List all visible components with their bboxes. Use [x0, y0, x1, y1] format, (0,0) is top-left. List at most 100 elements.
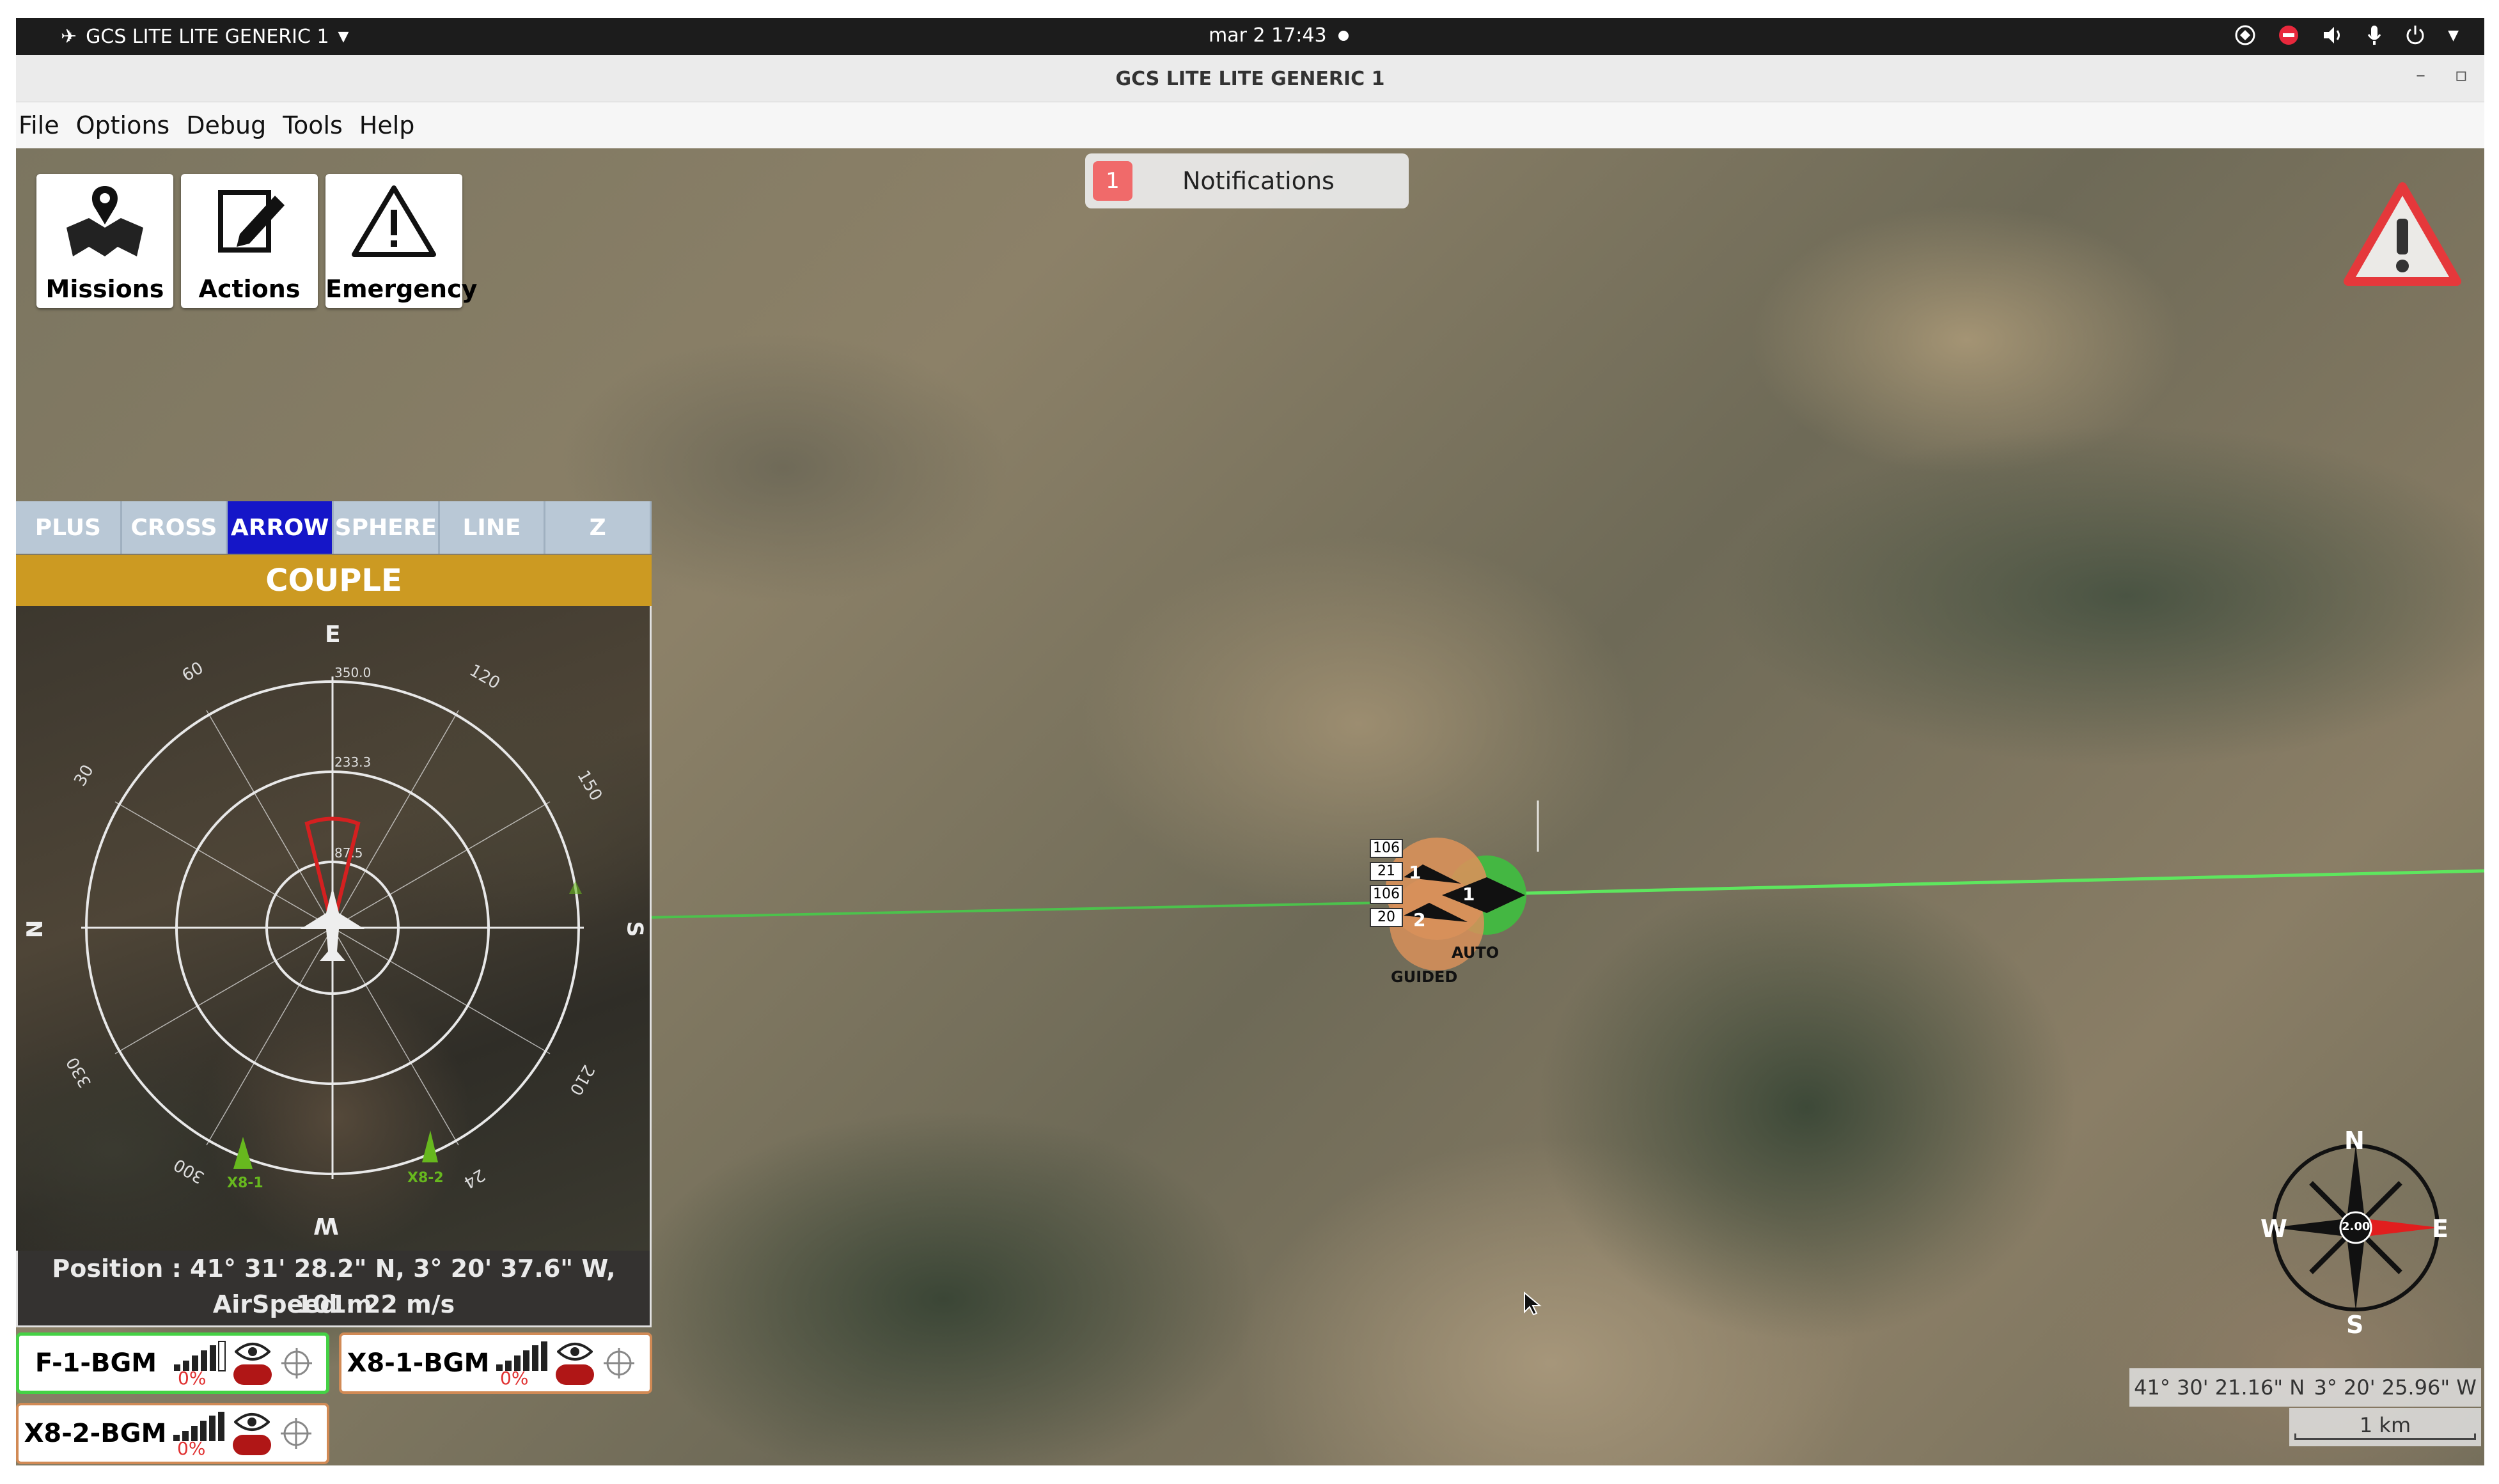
- radar-range-label: 350.0: [334, 665, 372, 680]
- chevron-down-icon: ▼: [338, 29, 349, 45]
- vehicle-speed-label: 20: [1370, 908, 1403, 927]
- volume-icon: [2324, 27, 2340, 43]
- cursor-longitude: 3° 20' 25.96" W: [2314, 1375, 2477, 1400]
- crosshair-icon[interactable]: [277, 1414, 315, 1453]
- tab-sphere[interactable]: SPHERE: [334, 501, 440, 554]
- vehicle-alt-label: 106: [1370, 839, 1403, 858]
- radar-target-label: X8-2: [407, 1170, 444, 1186]
- compass-south-label: S: [2346, 1311, 2364, 1339]
- signal-strength: 0%: [173, 1338, 230, 1389]
- vehicle-name: X8-1-BGM: [347, 1348, 490, 1378]
- menu-file[interactable]: File: [16, 109, 62, 142]
- vehicle-mode-auto: AUTO: [1452, 944, 1500, 962]
- radar-cardinal-bottom: W: [313, 1212, 339, 1238]
- app-name: GCS LITE LITE GENERIC 1: [86, 26, 329, 48]
- target-x8-2-marker: [422, 1130, 438, 1162]
- vehicle-card-x8-2[interactable]: X8-2-BGM 0%: [16, 1403, 329, 1464]
- mouse-cursor-icon: [1524, 1292, 1542, 1316]
- eye-icon: [234, 1413, 270, 1431]
- emergency-button[interactable]: Emergency: [325, 174, 478, 308]
- edit-note-icon: [218, 190, 285, 253]
- radar-display: [81, 676, 584, 1179]
- vehicle-id[interactable]: 1: [1462, 884, 1475, 905]
- cursor-latitude: 41° 30' 21.16" N: [2134, 1375, 2305, 1400]
- system-tray[interactable]: ▼: [2234, 24, 2459, 46]
- tab-line[interactable]: LINE: [439, 501, 546, 554]
- vehicle-name: F-1-BGM: [35, 1348, 157, 1378]
- scale-bar: [2294, 1433, 2476, 1440]
- menu-debug[interactable]: Debug: [184, 109, 269, 142]
- vehicle-card-x8-1[interactable]: X8-1-BGM 0%: [339, 1332, 652, 1394]
- app-icon: ✈: [61, 26, 77, 48]
- crosshair-icon[interactable]: [278, 1344, 316, 1382]
- vehicle-mode-guided: GUIDED: [1391, 968, 1458, 986]
- datetime: mar 2 17:43: [1209, 24, 1327, 47]
- visibility-toggle[interactable]: [552, 1338, 597, 1389]
- airspeed-text: AirSpeed : 22 m/s: [212, 1290, 455, 1318]
- eye-icon: [235, 1343, 270, 1361]
- status-pill: [556, 1364, 594, 1385]
- battery-percent: 0%: [177, 1438, 206, 1459]
- vehicle-speed-label: 21: [1370, 862, 1403, 881]
- tab-plus[interactable]: PLUS: [16, 501, 122, 554]
- status-pill: [233, 1435, 271, 1455]
- eye-icon: [557, 1343, 593, 1361]
- restore-button[interactable]: ▫: [2455, 64, 2468, 86]
- display-mode-tabs: PLUS CROSS ARROW SPHERE LINE Z: [16, 501, 652, 554]
- compass-west-label: W: [2260, 1215, 2287, 1243]
- chevron-down-icon: ▼: [2448, 27, 2459, 43]
- minimize-button[interactable]: –: [2416, 64, 2425, 86]
- signal-strength: 0%: [172, 1408, 230, 1459]
- missions-label: Missions: [45, 275, 164, 303]
- status-pill: [233, 1364, 272, 1385]
- radar-range-label: 87.5: [334, 845, 363, 861]
- actions-label: Actions: [198, 275, 301, 303]
- alert-warning-icon[interactable]: [2342, 180, 2463, 289]
- network-icon: [2235, 25, 2255, 45]
- notifications-button[interactable]: 1 Notifications: [1085, 153, 1409, 208]
- warning-triangle-icon: [352, 185, 436, 257]
- menu-options[interactable]: Options: [74, 109, 173, 142]
- actions-button[interactable]: Actions: [181, 174, 318, 308]
- vehicle-id[interactable]: 2: [1413, 909, 1425, 930]
- vehicle-card-f1[interactable]: F-1-BGM 0%: [16, 1332, 329, 1394]
- radar-target-label: X8-1: [227, 1175, 263, 1191]
- window-title: GCS LITE LITE GENERIC 1: [1115, 68, 1385, 90]
- radar-cardinal-left: N: [22, 919, 49, 939]
- map-scale: 1 km: [2289, 1408, 2481, 1446]
- radar-panel[interactable]: E S W N 60 120 30 150 330 210 300 24 350…: [16, 606, 652, 1251]
- menu-help[interactable]: Help: [357, 109, 418, 142]
- couple-button[interactable]: COUPLE: [16, 555, 652, 606]
- position-text: Position : 41° 31' 28.2" N, 3° 20' 37.6"…: [52, 1254, 616, 1318]
- visibility-toggle[interactable]: [230, 1338, 275, 1389]
- menu-tools[interactable]: Tools: [280, 109, 345, 142]
- compass-east-label: E: [2432, 1215, 2448, 1243]
- compass-north-label: N: [2344, 1127, 2365, 1155]
- vehicle-name: X8-2-BGM: [24, 1419, 167, 1448]
- do-not-disturb-icon: [2279, 26, 2299, 45]
- missions-button[interactable]: Missions: [36, 174, 173, 308]
- battery-percent: 0%: [500, 1368, 529, 1389]
- own-aircraft-icon: [301, 887, 364, 961]
- visibility-toggle[interactable]: [230, 1408, 274, 1459]
- map-pin-icon: [67, 186, 143, 256]
- microphone-icon: [2367, 26, 2381, 45]
- tab-arrow[interactable]: ARROW: [228, 501, 334, 554]
- emergency-label: Emergency: [325, 275, 478, 303]
- tab-z[interactable]: Z: [545, 501, 652, 554]
- tab-cross[interactable]: CROSS: [121, 501, 228, 554]
- window-title-bar[interactable]: GCS LITE LITE GENERIC 1 – ▫: [16, 55, 2484, 102]
- status-dot-icon: [1338, 30, 1349, 41]
- map-view[interactable]: 106 21 106 20 1 2 1 AUTO GUIDED N S W E …: [16, 148, 2484, 1465]
- radar-range-label: 233.3: [334, 754, 372, 770]
- vehicle-id[interactable]: 1: [1409, 862, 1421, 883]
- radar-cardinal-top: E: [325, 621, 341, 648]
- cursor-coordinates: 41° 30' 21.16" N 3° 20' 25.96" W: [2129, 1368, 2481, 1407]
- notifications-count-badge: 1: [1093, 161, 1132, 201]
- app-menu[interactable]: ✈ GCS LITE LITE GENERIC 1 ▼: [61, 26, 349, 48]
- compass-value: 2.00: [2342, 1220, 2370, 1233]
- signal-strength: 0%: [495, 1338, 552, 1389]
- position-readout: Position : 41° 31' 28.2" N, 3° 20' 37.6"…: [16, 1251, 652, 1327]
- clock[interactable]: mar 2 17:43: [1209, 24, 1349, 47]
- crosshair-icon[interactable]: [600, 1344, 638, 1382]
